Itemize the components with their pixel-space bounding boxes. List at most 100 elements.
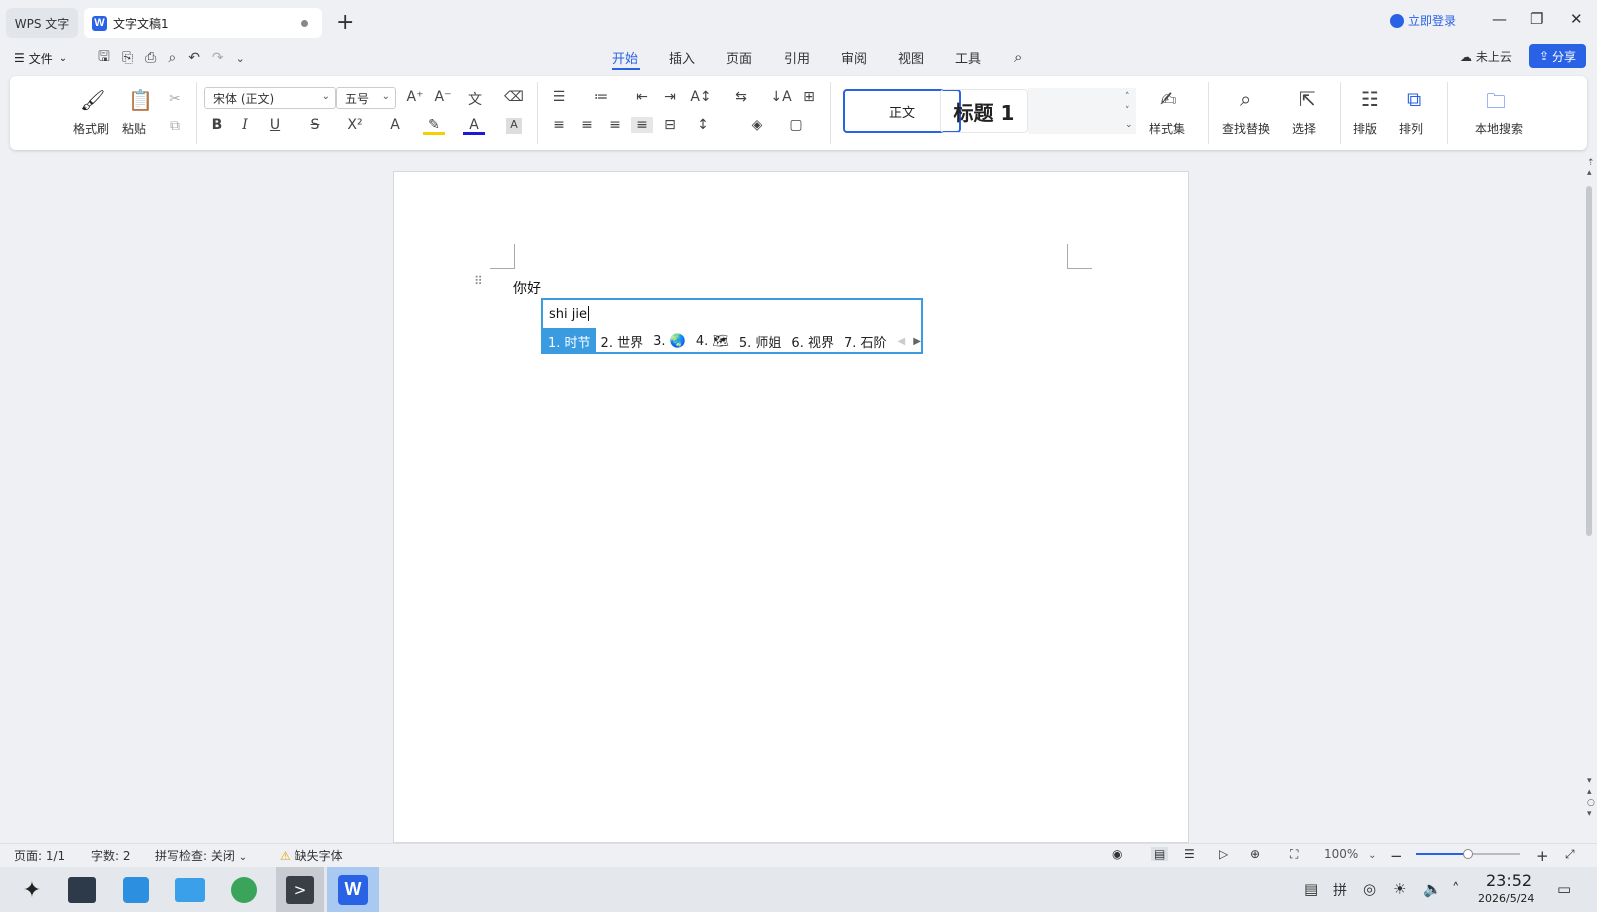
numbered-list-icon[interactable]: ≔: [590, 89, 612, 105]
tab-insert[interactable]: 插入: [669, 48, 695, 67]
launcher-icon[interactable]: ✦: [12, 870, 52, 910]
page-view-icon[interactable]: ▤: [1151, 847, 1169, 861]
ime-candidate[interactable]: 5. 师姐: [734, 328, 787, 354]
copy-icon[interactable]: ⧉: [164, 118, 186, 134]
volume-tray-icon[interactable]: 🔈: [1423, 880, 1442, 898]
mixed-layout-icon[interactable]: ⇆: [730, 89, 752, 105]
eye-protection-icon[interactable]: ◉: [1112, 847, 1122, 861]
highlight-icon[interactable]: ✎: [423, 117, 445, 135]
font-name-select[interactable]: 宋体 (正文) ⌄: [204, 87, 336, 109]
layout-button[interactable]: 排版: [1353, 120, 1377, 137]
share-button[interactable]: ⇪ 分享: [1529, 44, 1586, 68]
save-icon[interactable]: 🖫: [98, 46, 110, 70]
tab-reference[interactable]: 引用: [784, 48, 810, 67]
record-tray-icon[interactable]: ◎: [1363, 880, 1376, 898]
line-spacing-icon[interactable]: ↕: [692, 117, 714, 133]
app-store-icon[interactable]: [116, 870, 156, 910]
zoom-slider-knob[interactable]: [1463, 849, 1473, 859]
align-right-icon[interactable]: ≡: [604, 117, 626, 133]
ime-prev-page-icon[interactable]: ◀: [898, 336, 906, 347]
underline-icon[interactable]: U: [264, 117, 286, 133]
tab-home[interactable]: 开始: [612, 48, 638, 67]
spell-check-status[interactable]: 拼写检查: 关闭 ⌄: [155, 847, 247, 864]
play-icon[interactable]: ▷: [1219, 847, 1228, 861]
print-icon[interactable]: ⎙: [145, 50, 156, 66]
show-marks-icon[interactable]: ⊞: [798, 89, 820, 105]
increase-font-icon[interactable]: A⁺: [404, 89, 426, 105]
browser-icon[interactable]: [224, 870, 264, 910]
tab-wps-home[interactable]: WPS 文字: [6, 8, 78, 38]
outline-view-icon[interactable]: ☰: [1184, 847, 1195, 861]
bold-icon[interactable]: B: [206, 117, 228, 133]
clock-date[interactable]: 2026/5/24: [1478, 892, 1534, 905]
word-count[interactable]: 字数: 2: [91, 847, 131, 864]
character-shading-icon[interactable]: A: [506, 118, 522, 134]
customize-chevron-icon[interactable]: ⌄: [236, 52, 245, 65]
select-button[interactable]: 选择: [1292, 120, 1316, 137]
chevron-up-icon[interactable]: ˄: [1452, 880, 1460, 898]
fit-page-icon[interactable]: ⛶: [1290, 847, 1298, 862]
web-view-icon[interactable]: ⊕: [1250, 847, 1260, 861]
show-desktop-icon[interactable]: ▭: [1557, 880, 1571, 898]
style-set-button[interactable]: 样式集: [1149, 120, 1185, 137]
new-tab-plus-icon[interactable]: +: [336, 10, 354, 35]
redo-icon[interactable]: ↷: [212, 50, 224, 66]
decrease-indent-icon[interactable]: ⇤: [631, 89, 653, 105]
tab-document[interactable]: W 文字文稿1: [84, 8, 322, 38]
paragraph-text[interactable]: 你好: [513, 278, 541, 298]
styles-gallery-scroll[interactable]: ˄ ˅ ⌄: [1125, 90, 1133, 132]
ime-candidate[interactable]: 7. 石阶: [839, 328, 892, 354]
clock-time[interactable]: 23:52: [1486, 871, 1532, 890]
align-center-icon[interactable]: ≡: [576, 117, 598, 133]
tab-page[interactable]: 页面: [726, 48, 752, 67]
missing-font-warning[interactable]: ⚠ 缺失字体: [280, 847, 343, 864]
page-indicator[interactable]: 页面: 1/1: [14, 847, 65, 864]
superscript-icon[interactable]: X²: [344, 117, 366, 133]
control-center-app-icon[interactable]: [62, 870, 102, 910]
distributed-icon[interactable]: ⊟: [659, 117, 681, 133]
ime-candidate[interactable]: 4. 🗺: [691, 328, 734, 354]
unsaved-dot-icon[interactable]: [301, 20, 308, 27]
clipboard-tray-icon[interactable]: ▤: [1304, 880, 1318, 898]
export-pdf-icon[interactable]: ⎘: [122, 50, 133, 66]
vertical-scrollbar[interactable]: [1586, 186, 1592, 536]
border-icon[interactable]: ▢: [785, 117, 807, 133]
text-effect-icon[interactable]: A: [384, 117, 406, 133]
phonetic-guide-icon[interactable]: 文: [464, 89, 486, 109]
login-button[interactable]: 立即登录: [1390, 12, 1456, 29]
italic-icon[interactable]: I: [234, 117, 256, 133]
shading-icon[interactable]: ◈: [746, 117, 768, 133]
clear-format-icon[interactable]: ⌫: [503, 89, 525, 105]
paste-button[interactable]: 粘贴: [122, 120, 146, 137]
increase-indent-icon[interactable]: ⇥: [659, 89, 681, 105]
scroll-up-icon[interactable]: ⇡ ▴: [1587, 158, 1595, 178]
search-icon[interactable]: ⌕: [1014, 48, 1022, 66]
zoom-level[interactable]: 100% ⌄: [1324, 847, 1377, 861]
format-painter-button[interactable]: 格式刷: [73, 120, 109, 137]
ime-candidate[interactable]: 2. 世界: [596, 328, 649, 354]
file-manager-icon[interactable]: [170, 870, 210, 910]
close-icon[interactable]: ✕: [1570, 10, 1583, 28]
undo-icon[interactable]: ↶: [188, 50, 200, 66]
font-size-select[interactable]: 五号 ⌄: [336, 87, 396, 109]
tab-tools[interactable]: 工具: [955, 48, 981, 67]
restore-icon[interactable]: ❐: [1530, 10, 1543, 28]
ime-candidate[interactable]: 3. 🌏: [648, 328, 691, 354]
strikethrough-icon[interactable]: S: [304, 117, 326, 133]
align-left-icon[interactable]: ≡: [548, 117, 570, 133]
fullscreen-icon[interactable]: ⤢: [1565, 847, 1575, 862]
text-direction-icon[interactable]: A↕: [690, 89, 712, 105]
terminal-app-icon[interactable]: >: [276, 867, 324, 912]
brightness-tray-icon[interactable]: ☀: [1393, 880, 1406, 898]
document-page[interactable]: [393, 171, 1189, 843]
tab-review[interactable]: 审阅: [841, 48, 867, 67]
scroll-down-icon[interactable]: ▾ ▴ ○ ▾: [1587, 776, 1595, 820]
print-preview-icon[interactable]: ⌕: [168, 50, 176, 66]
font-color-icon[interactable]: A: [463, 117, 485, 135]
arrange-button[interactable]: 排列: [1399, 120, 1423, 137]
drag-handle-icon[interactable]: ⠿: [474, 275, 483, 287]
file-menu[interactable]: ☰ 文件 ⌄: [14, 48, 67, 68]
input-method-tray-icon[interactable]: 拼: [1333, 880, 1347, 900]
find-replace-button[interactable]: 查找替换: [1222, 120, 1270, 137]
ime-candidate[interactable]: 1. 时节: [543, 328, 596, 354]
